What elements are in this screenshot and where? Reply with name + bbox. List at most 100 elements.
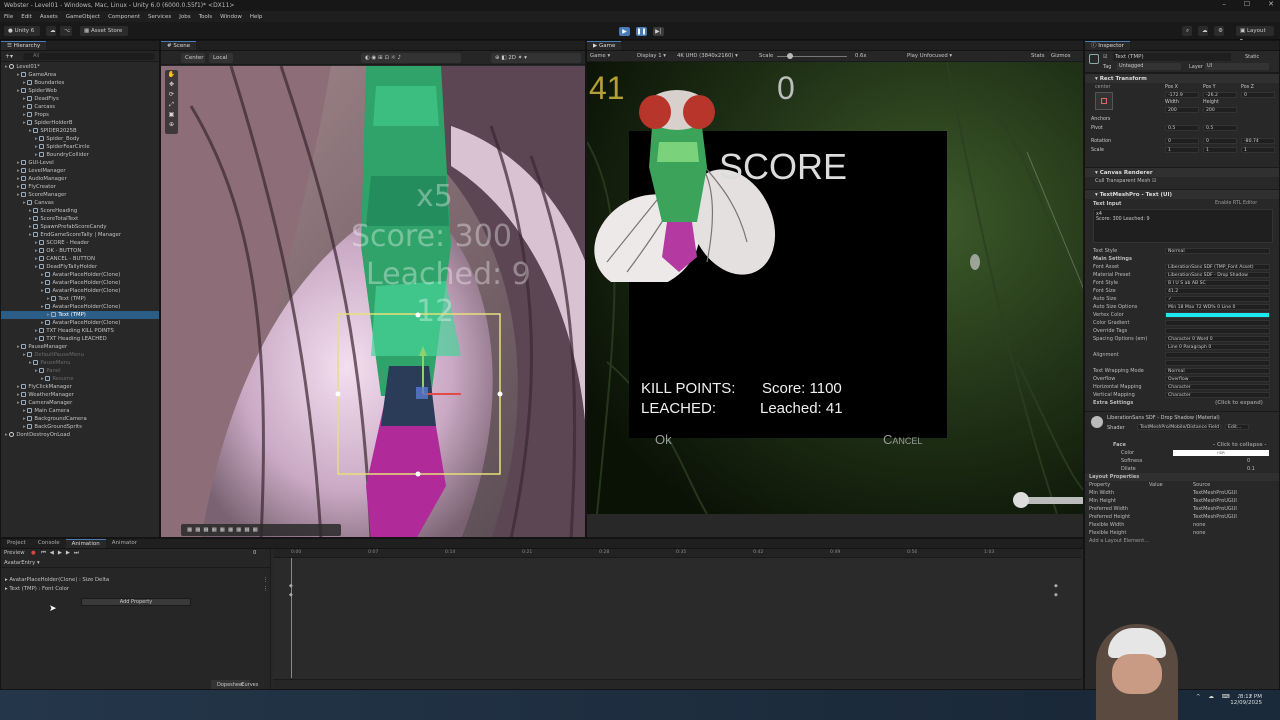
hierarchy-item[interactable]: ▸ Resume — [1, 375, 159, 383]
hierarchy-item[interactable]: ▸ BackGroundSprits — [1, 423, 159, 431]
cloud-icon[interactable]: ☁ — [46, 26, 56, 36]
dilate-row[interactable]: Dilate 0.1 — [1085, 465, 1279, 473]
hierarchy-item[interactable]: ▸ Carcass — [1, 103, 159, 111]
maximize-icon[interactable]: ☐ — [1244, 0, 1250, 8]
tab-project[interactable]: Project — [1, 539, 32, 548]
menu-item-window[interactable]: Window — [220, 14, 242, 20]
scene-view-options[interactable]: ◐ ◉ ⊞ ⊡ ☼ ♪ — [361, 53, 461, 63]
scale-slider[interactable] — [777, 53, 847, 59]
shader-dropdown[interactable]: TextMeshPro/Mobile/Distance Field — [1137, 424, 1221, 430]
menu-item-assets[interactable]: Assets — [40, 14, 58, 20]
tmp-property-row[interactable]: Font Style B I U S ab AB SC — [1085, 279, 1279, 287]
keyframe-end-2[interactable]: ◆ — [1054, 592, 1058, 598]
tab-animation[interactable]: Animation — [65, 539, 106, 548]
hierarchy-item[interactable]: ▸ Text (TMP) — [1, 311, 159, 319]
pause-icon[interactable]: ❚❚ — [636, 27, 647, 36]
display-dropdown[interactable]: Display 1 ▾ — [637, 53, 666, 59]
hierarchy-item[interactable]: ▸ Props — [1, 111, 159, 119]
game-mode-dropdown[interactable]: Game ▾ — [590, 53, 610, 59]
pivot-x-field[interactable]: 0.5 — [1165, 125, 1199, 131]
layout-properties-header[interactable]: Layout Properties — [1085, 473, 1279, 481]
cull-transparent-row[interactable]: Cull Transparent Mesh ☑ — [1085, 177, 1279, 185]
add-layout-element-button[interactable]: Add a Layout Element... — [1085, 537, 1279, 545]
hierarchy-item[interactable]: ▸ PauseMenu — [1, 359, 159, 367]
hierarchy-item[interactable]: ▸ Panel — [1, 367, 159, 375]
keyframe-start-1[interactable]: ◆ — [289, 583, 293, 589]
account-button[interactable]: ● Unity 6 — [4, 26, 40, 36]
hierarchy-item[interactable]: ▸ SpawnPrefabScoreCandy — [1, 223, 159, 231]
hierarchy-item[interactable]: ▸ BoundryCollider — [1, 151, 159, 159]
hierarchy-item[interactable]: ▸ ScoreHeading — [1, 207, 159, 215]
hierarchy-item[interactable]: ▸ AvatarPlaceHolder(Clone) — [1, 319, 159, 327]
tmp-property-row[interactable]: Override Tags — [1085, 327, 1279, 335]
keyframe-start-2[interactable]: ◆ — [289, 592, 293, 598]
menu-item-file[interactable]: File — [4, 14, 13, 20]
tmp-property-row[interactable]: Spacing Options (em) Character 0 Word 0 — [1085, 335, 1279, 343]
taskbar-apps[interactable] — [0, 690, 1090, 720]
tmp-header[interactable]: ▾ TextMeshPro - Text (UI) — [1085, 189, 1279, 199]
property-value[interactable] — [1165, 352, 1270, 358]
hierarchy-item[interactable]: ▸ SpiderWeb — [1, 87, 159, 95]
property-value[interactable]: Character — [1165, 392, 1270, 398]
scene-tools-palette[interactable]: ✋ ✥ ⟳ ⤢ ▣ ⊕ — [165, 70, 178, 134]
menu-item-gameobject[interactable]: GameObject — [66, 14, 100, 20]
tab-scene[interactable]: # Scene — [161, 41, 197, 50]
shader-edit-button[interactable]: Edit... — [1225, 424, 1249, 430]
tab-game[interactable]: ▶ Game — [587, 41, 622, 50]
scale-y-field[interactable]: 1 — [1203, 147, 1237, 153]
play-focus-dropdown[interactable]: Play Unfocused ▾ — [907, 53, 952, 59]
object-name-field[interactable]: Text (TMP) — [1113, 53, 1231, 61]
property-value[interactable]: LiberationSans SDF - Drop Shadow — [1165, 272, 1270, 278]
tmp-property-row[interactable]: Font Size 41.2 — [1085, 287, 1279, 295]
add-icon[interactable]: +▾ — [5, 53, 13, 60]
tag-dropdown[interactable]: Untagged — [1117, 63, 1181, 70]
asset-store-button[interactable]: ▦ Asset Store — [80, 26, 128, 36]
tmp-property-row[interactable]: Text Wrapping Mode Normal — [1085, 367, 1279, 375]
tmp-property-row[interactable]: Font Asset LiberationSans SDF (TMP_Font A… — [1085, 263, 1279, 271]
property-value[interactable]: B I U S ab AB SC — [1165, 280, 1270, 286]
game-viewport[interactable]: 41 0 SCORE KILL POINTS: Score: 1100 LEAC… — [587, 62, 1083, 514]
hierarchy-item[interactable]: ▸ DeadFlys — [1, 95, 159, 103]
hierarchy-item[interactable]: ▸ AudioManager — [1, 175, 159, 183]
add-property-button[interactable]: Add Property — [81, 598, 191, 606]
hierarchy-item[interactable]: ▸ ScoreTotalText — [1, 215, 159, 223]
playhead[interactable] — [291, 558, 292, 678]
face-color-swatch[interactable]: HDR — [1173, 450, 1269, 456]
hierarchy-item[interactable]: ▸ ScoreManager — [1, 191, 159, 199]
property-value[interactable] — [1165, 360, 1270, 366]
tab-hierarchy[interactable]: ☰ Hierarchy — [1, 41, 47, 50]
hierarchy-item[interactable]: ▸ FlyCreator — [1, 183, 159, 191]
step-icon[interactable]: ▶| — [653, 27, 664, 36]
property-value[interactable] — [1165, 312, 1270, 318]
animation-timeline[interactable]: 0:00 0:07 0:14 0:21 0:28 0:35 0:42 0:49 0:56 1:03… — [211, 549, 1081, 689]
hierarchy-item[interactable]: ▸ GameArea — [1, 71, 159, 79]
pos-x-field[interactable]: -172.9 — [1165, 92, 1199, 98]
text-input-field[interactable]: x4 Score: 300 Leached: 9 — [1093, 209, 1273, 243]
tab-animator[interactable]: Animator — [106, 539, 143, 548]
clock[interactable]: 8:12 PM 12/09/2025 — [1226, 694, 1262, 706]
space-dropdown[interactable]: Local — [209, 53, 233, 63]
hierarchy-item[interactable]: ▸ TXT Heading LEACHED — [1, 335, 159, 343]
rotation-y-field[interactable]: 0 — [1203, 138, 1237, 144]
hierarchy-item[interactable]: ▸ AvatarPlaceHolder(Clone) — [1, 287, 159, 295]
tmp-property-row[interactable] — [1085, 359, 1279, 367]
hierarchy-item[interactable]: ▸ TXT Heading KILL POINTS — [1, 327, 159, 335]
track-menu-icon[interactable]: ⋮ — [263, 585, 268, 593]
softness-row[interactable]: Softness 0 — [1085, 457, 1279, 465]
tmp-property-row[interactable]: Vertical Mapping Character — [1085, 391, 1279, 399]
collab-icon[interactable]: ⌥ — [60, 26, 72, 36]
stats-toggle[interactable]: Stats — [1031, 53, 1045, 59]
hierarchy-item[interactable]: ▸ WeatherManager — [1, 391, 159, 399]
height-field[interactable]: 200 — [1203, 107, 1237, 113]
layout-dropdown[interactable]: ▣ Layout ▾ — [1236, 26, 1274, 44]
rect-transform-header[interactable]: ▾ Rect Transform — [1085, 73, 1279, 83]
search-icon[interactable]: ⌕ — [1182, 26, 1192, 36]
property-value[interactable]: Character — [1165, 384, 1270, 390]
tmp-property-row[interactable]: Color Gradient — [1085, 319, 1279, 327]
property-value[interactable] — [1165, 328, 1270, 334]
layer-dropdown[interactable]: UI — [1205, 63, 1269, 70]
property-value[interactable]: Normal — [1165, 368, 1270, 374]
tmp-property-row[interactable]: Horizontal Mapping Character — [1085, 383, 1279, 391]
keyframe-end-1[interactable]: ◆ — [1054, 583, 1058, 589]
anchors-foldout[interactable]: Anchors — [1091, 117, 1110, 122]
